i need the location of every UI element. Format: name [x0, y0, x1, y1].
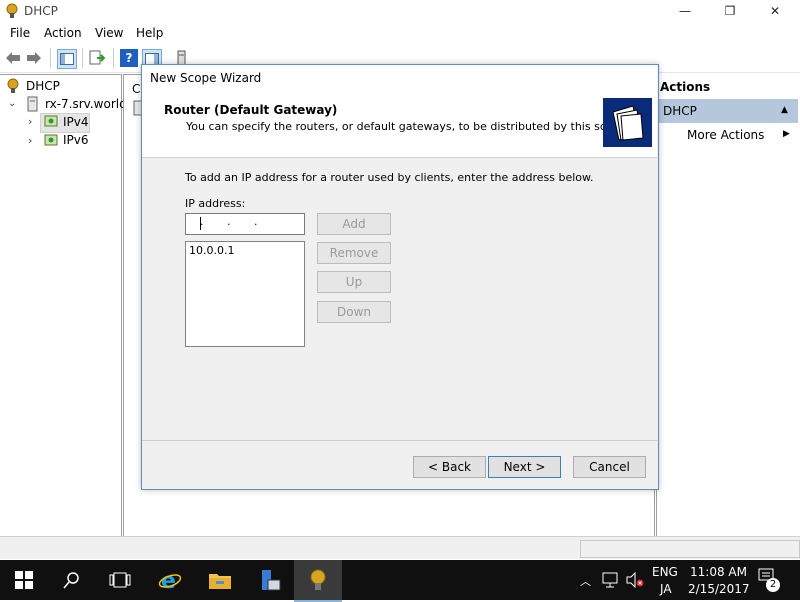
toolbar-separator [50, 48, 51, 68]
clock-time[interactable]: 11:08 AM [690, 565, 747, 579]
list-item[interactable]: 10.0.0.1 [189, 244, 234, 257]
wizard-page-subtitle: You can specify the routers, or default … [186, 120, 630, 133]
results-header-text: C [132, 82, 141, 96]
ipv4-icon [44, 114, 58, 131]
language-indicator-top[interactable]: ENG [652, 565, 678, 579]
internet-explorer-icon[interactable]: e [146, 560, 194, 600]
cancel-button[interactable]: Cancel [573, 456, 646, 478]
tree-item-ipv6[interactable]: IPv6 [63, 133, 89, 147]
help-icon[interactable]: ? [120, 49, 138, 67]
tree-item-ipv4[interactable]: IPv4 [63, 115, 89, 129]
show-hidden-icons-chevron-icon[interactable]: ︿ [580, 573, 591, 589]
server-manager-icon[interactable] [246, 560, 294, 600]
back-button[interactable]: < Back [413, 456, 486, 478]
file-explorer-icon[interactable] [196, 560, 244, 600]
next-button[interactable]: Next > [488, 456, 561, 478]
instruction-text: To add an IP address for a router used b… [185, 171, 594, 184]
chevron-right-icon[interactable]: › [28, 115, 32, 128]
ipv6-icon [44, 133, 58, 150]
collapse-up-icon[interactable]: ▲ [781, 105, 788, 115]
start-windows-icon[interactable] [0, 560, 48, 600]
close-button[interactable]: ✕ [752, 0, 798, 22]
text-cursor [200, 217, 201, 230]
actions-pane [656, 74, 800, 536]
menu-view[interactable]: View [95, 26, 123, 40]
dhcp-taskbar-icon[interactable] [294, 560, 342, 602]
network-icon[interactable] [602, 572, 620, 591]
console-tree-pane [0, 74, 122, 537]
window-title: DHCP [24, 4, 58, 18]
search-icon[interactable] [48, 560, 96, 600]
wizard-title: New Scope Wizard [150, 71, 262, 85]
dhcp-app-icon [4, 3, 20, 19]
svg-text:e: e [161, 569, 176, 592]
menu-action[interactable]: Action [44, 26, 82, 40]
export-list-icon[interactable] [88, 49, 106, 67]
actions-title: Actions [660, 80, 711, 94]
submenu-arrow-icon: ▶ [783, 129, 790, 139]
show-hide-tree-icon[interactable] [57, 49, 77, 69]
tree-item-server[interactable]: rx-7.srv.world [45, 97, 127, 111]
router-list[interactable]: 10.0.0.1 [185, 241, 305, 347]
maximize-button[interactable]: ❐ [707, 0, 753, 22]
down-button[interactable]: Down [317, 301, 391, 323]
menu-file[interactable]: File [10, 26, 30, 40]
forward-arrow-icon[interactable] [25, 49, 43, 67]
server-node-icon [26, 96, 40, 115]
minimize-button[interactable]: — [662, 0, 708, 22]
menu-help[interactable]: Help [136, 26, 163, 40]
wizard-divider [142, 440, 657, 441]
ip-address-input[interactable]: . . . [185, 213, 305, 235]
language-indicator-bottom[interactable]: JA [660, 582, 672, 596]
status-panel [580, 540, 800, 558]
dhcp-root-icon [5, 78, 21, 97]
actions-section-label: DHCP [663, 104, 697, 118]
back-arrow-icon[interactable] [4, 49, 22, 67]
wizard-folders-icon [603, 98, 652, 147]
chevron-right-icon[interactable]: › [28, 134, 32, 147]
notification-count-badge: 2 [766, 578, 780, 592]
clock-date[interactable]: 2/15/2017 [688, 582, 750, 596]
remove-button[interactable]: Remove [317, 242, 391, 264]
toolbar-separator [113, 48, 114, 68]
up-button[interactable]: Up [317, 271, 391, 293]
more-actions-item[interactable]: More Actions [687, 128, 764, 142]
wizard-page-title: Router (Default Gateway) [164, 103, 338, 117]
chevron-down-icon[interactable]: ⌄ [8, 98, 16, 109]
tree-item-dhcp[interactable]: DHCP [26, 79, 60, 93]
speaker-muted-icon[interactable] [626, 571, 644, 591]
add-button[interactable]: Add [317, 213, 391, 235]
ip-address-label: IP address: [185, 197, 246, 210]
toolbar-separator [82, 48, 83, 68]
ip-address-dots: . . . [200, 215, 268, 228]
task-view-icon[interactable] [96, 560, 144, 600]
